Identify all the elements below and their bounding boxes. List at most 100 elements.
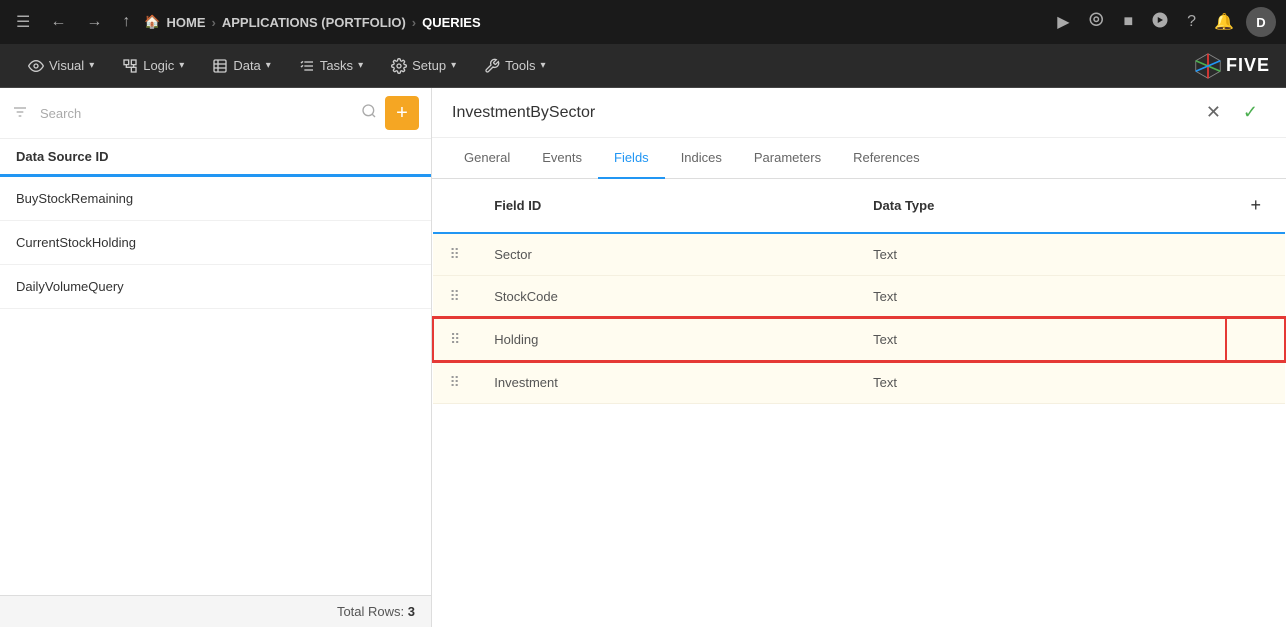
breadcrumb-sep-2: › — [412, 15, 416, 30]
nav-setup[interactable]: Setup ▾ — [379, 52, 468, 80]
table-row[interactable]: ⠿ HoldingText — [433, 318, 1285, 361]
nav-visual-label: Visual — [49, 58, 84, 73]
nav-visual-chevron: ▾ — [89, 60, 94, 71]
drag-handle-icon: ⠿ — [450, 246, 462, 262]
breadcrumb-sep-1: › — [212, 15, 216, 30]
nav-tools[interactable]: Tools ▾ — [472, 52, 557, 80]
nav-logic[interactable]: Logic ▾ — [110, 52, 196, 80]
field-id-cell[interactable]: Holding — [478, 318, 857, 361]
table-row[interactable]: ⠿ InvestmentText — [433, 361, 1285, 404]
tab-general[interactable]: General — [448, 138, 526, 179]
field-id-cell[interactable]: StockCode — [478, 276, 857, 319]
deploy-button[interactable] — [1145, 7, 1175, 38]
sidebar-header: Data Source ID — [0, 139, 431, 177]
breadcrumb-applications[interactable]: APPLICATIONS (PORTFOLIO) — [222, 15, 406, 30]
sidebar: + Data Source ID BuyStockRemaining Curre… — [0, 88, 432, 627]
col-field-id: Field ID — [478, 179, 857, 233]
add-column-button[interactable]: + — [1242, 191, 1269, 220]
nav-tasks[interactable]: Tasks ▾ — [287, 52, 375, 80]
nav-setup-label: Setup — [412, 58, 446, 73]
drag-handle-icon: ⠿ — [450, 374, 462, 390]
help-button[interactable]: ? — [1181, 9, 1202, 35]
avatar[interactable]: D — [1246, 7, 1276, 37]
content-header: InvestmentBySector ✕ ✓ — [432, 88, 1286, 138]
tab-indices[interactable]: Indices — [665, 138, 738, 179]
five-logo-text: FIVE — [1226, 55, 1270, 76]
table-header-row: Field ID Data Type + — [433, 179, 1285, 233]
second-nav: Visual ▾ Logic ▾ Data ▾ Tasks ▾ Setup ▾ — [0, 44, 1286, 88]
stop-button[interactable]: ■ — [1118, 9, 1140, 35]
table-row[interactable]: ⠿ SectorText — [433, 233, 1285, 276]
table-row[interactable]: ⠿ StockCodeText — [433, 276, 1285, 319]
preview-button[interactable] — [1082, 7, 1112, 38]
row-action-cell — [1226, 361, 1285, 404]
breadcrumb-home-icon: 🏠 — [144, 14, 160, 30]
drag-handle-cell: ⠿ — [433, 318, 478, 361]
row-action-cell — [1226, 276, 1285, 319]
table-container: Field ID Data Type + ⠿SectorText⠿StockCo… — [432, 179, 1286, 627]
sidebar-footer: Total Rows: 3 — [0, 595, 431, 627]
nav-tools-label: Tools — [505, 58, 535, 73]
add-button[interactable]: + — [385, 96, 419, 130]
data-type-cell: Text — [857, 361, 1226, 404]
tab-references[interactable]: References — [837, 138, 935, 179]
nav-setup-chevron: ▾ — [451, 60, 456, 71]
tab-events[interactable]: Events — [526, 138, 598, 179]
menu-button[interactable]: ☰ — [10, 8, 36, 36]
search-icon — [361, 103, 377, 124]
nav-logic-chevron: ▾ — [179, 60, 184, 71]
nav-data-chevron: ▾ — [266, 60, 271, 71]
nav-data-label: Data — [233, 58, 260, 73]
confirm-button[interactable]: ✓ — [1235, 98, 1266, 127]
breadcrumb: 🏠 HOME › APPLICATIONS (PORTFOLIO) › QUER… — [144, 14, 480, 30]
row-action-cell — [1226, 233, 1285, 276]
tab-fields[interactable]: Fields — [598, 138, 665, 179]
breadcrumb-queries[interactable]: QUERIES — [422, 15, 481, 30]
sidebar-item-buystockremaining[interactable]: BuyStockRemaining — [0, 177, 431, 221]
top-nav: ☰ ← → ↑ 🏠 HOME › APPLICATIONS (PORTFOLIO… — [0, 0, 1286, 44]
close-button[interactable]: ✕ — [1198, 98, 1229, 127]
total-rows-count: 3 — [408, 604, 415, 619]
col-data-type: Data Type — [857, 179, 1226, 233]
content-title: InvestmentBySector — [452, 104, 1198, 122]
top-nav-left: ☰ ← → ↑ 🏠 HOME › APPLICATIONS (PORTFOLIO… — [10, 8, 1043, 36]
col-add: + — [1226, 179, 1285, 233]
main-layout: + Data Source ID BuyStockRemaining Curre… — [0, 88, 1286, 627]
sidebar-search-bar: + — [0, 88, 431, 139]
notifications-button[interactable]: 🔔 — [1208, 8, 1240, 36]
data-type-cell: Text — [857, 318, 1226, 361]
total-rows-label: Total Rows: — [337, 604, 404, 619]
drag-handle-cell: ⠿ — [433, 276, 478, 319]
search-input[interactable] — [40, 106, 353, 121]
data-type-cell: Text — [857, 276, 1226, 319]
tab-parameters[interactable]: Parameters — [738, 138, 837, 179]
col-drag — [433, 179, 478, 233]
breadcrumb-home[interactable]: HOME — [167, 15, 206, 30]
tabs: General Events Fields Indices Parameters… — [432, 138, 1286, 179]
drag-handle-cell: ⠿ — [433, 361, 478, 404]
nav-logic-label: Logic — [143, 58, 174, 73]
drag-handle-cell: ⠿ — [433, 233, 478, 276]
sidebar-list: BuyStockRemaining CurrentStockHolding Da… — [0, 177, 431, 595]
up-button[interactable]: ↑ — [116, 9, 136, 35]
nav-data[interactable]: Data ▾ — [200, 52, 283, 80]
forward-button[interactable]: → — [80, 9, 108, 35]
sidebar-item-dailyvolumequery[interactable]: DailyVolumeQuery — [0, 265, 431, 309]
nav-tasks-chevron: ▾ — [358, 60, 363, 71]
content-actions: ✕ ✓ — [1198, 98, 1266, 127]
back-button[interactable]: ← — [44, 9, 72, 35]
filter-icon — [12, 104, 28, 123]
drag-handle-icon: ⠿ — [450, 288, 462, 304]
nav-tasks-label: Tasks — [320, 58, 353, 73]
nav-visual[interactable]: Visual ▾ — [16, 52, 106, 80]
field-id-cell[interactable]: Investment — [478, 361, 857, 404]
five-logo: FIVE — [1194, 52, 1270, 80]
drag-handle-icon: ⠿ — [450, 331, 462, 347]
content-panel: InvestmentBySector ✕ ✓ General Events Fi… — [432, 88, 1286, 627]
nav-tools-chevron: ▾ — [540, 60, 545, 71]
row-action-cell — [1226, 318, 1285, 361]
field-id-cell[interactable]: Sector — [478, 233, 857, 276]
play-button[interactable]: ▶ — [1051, 8, 1075, 36]
sidebar-item-currentstockholding[interactable]: CurrentStockHolding — [0, 221, 431, 265]
data-type-cell: Text — [857, 233, 1226, 276]
